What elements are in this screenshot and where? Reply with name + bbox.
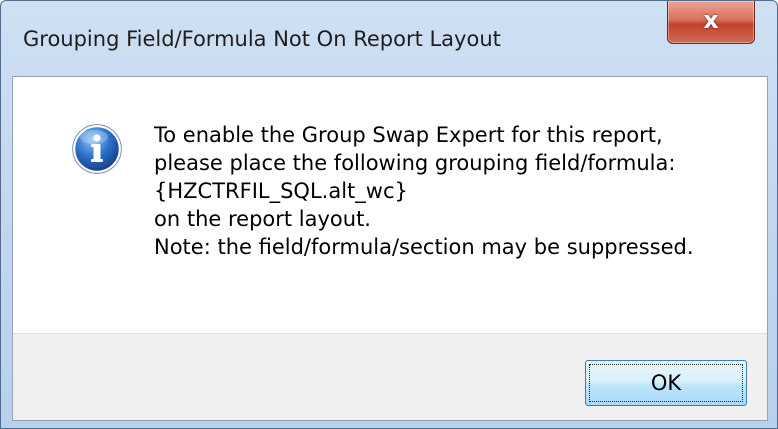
close-icon: x: [703, 6, 719, 34]
close-button[interactable]: x: [667, 1, 755, 44]
message-text: To enable the Group Swap Expert for this…: [154, 121, 694, 261]
message-line: To enable the Group Swap Expert for this…: [154, 123, 663, 147]
dialog-content: To enable the Group Swap Expert for this…: [12, 76, 768, 421]
ok-button[interactable]: OK: [585, 360, 747, 406]
message-area: To enable the Group Swap Expert for this…: [13, 77, 767, 333]
message-line: on the report layout.: [154, 207, 371, 231]
message-line: Note: the field/formula/section may be s…: [154, 235, 694, 259]
button-area: OK: [13, 333, 767, 420]
ok-button-label: OK: [650, 371, 682, 395]
message-line: {HZCTRFIL_SQL.alt_wc}: [154, 179, 408, 203]
message-line: please place the following grouping fiel…: [154, 151, 676, 175]
dialog-title: Grouping Field/Formula Not On Report Lay…: [23, 27, 501, 51]
message-dialog: Grouping Field/Formula Not On Report Lay…: [0, 0, 778, 429]
info-icon: [72, 124, 122, 174]
title-bar[interactable]: Grouping Field/Formula Not On Report Lay…: [1, 1, 777, 75]
